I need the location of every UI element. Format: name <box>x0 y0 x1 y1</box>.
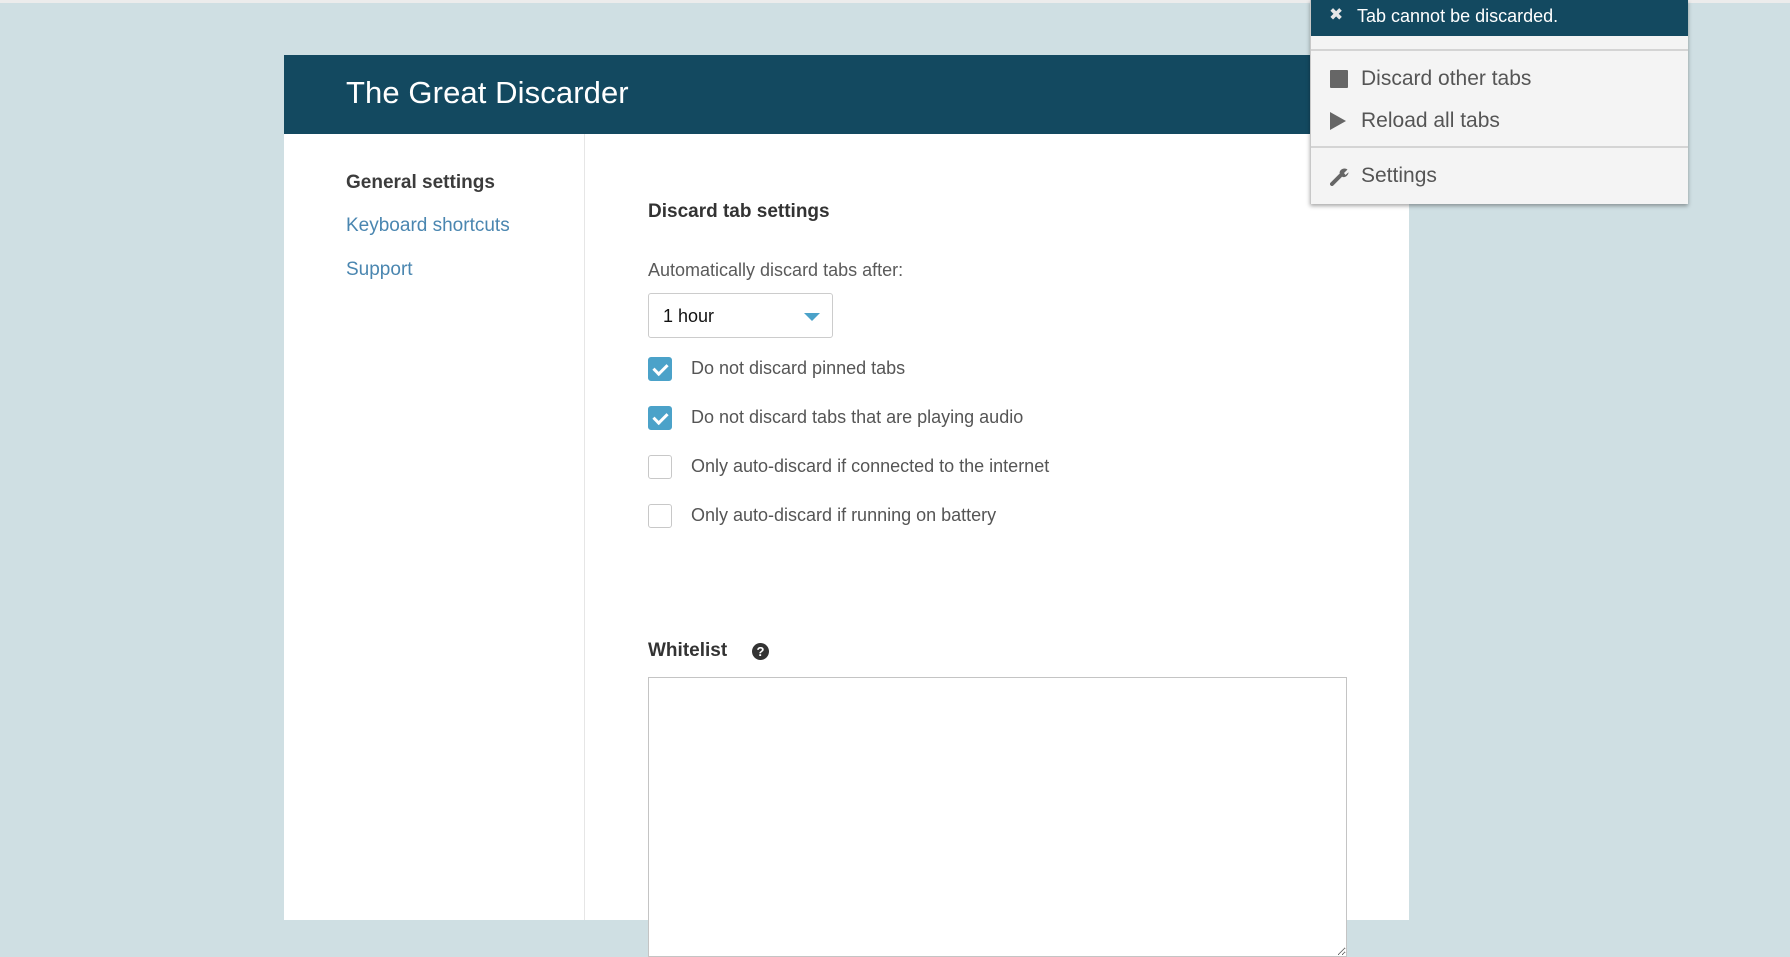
page-header: The Great Discarder <box>284 55 1409 134</box>
general-settings-panel: Discard tab settings Automatically disca… <box>648 134 1368 957</box>
checkbox[interactable] <box>648 406 672 430</box>
menu-label: Reload all tabs <box>1361 109 1500 132</box>
whitelist-title: Whitelist <box>648 640 728 661</box>
menu-item-settings[interactable]: Settings <box>1311 157 1688 195</box>
sidebar-item-keyboard-shortcuts[interactable]: Keyboard shortcuts <box>346 215 510 237</box>
checkmark-icon <box>652 408 669 426</box>
menu-label: Discard other tabs <box>1361 67 1532 90</box>
checkbox-label: Only auto-discard if connected to the in… <box>691 456 1050 476</box>
wrench-icon <box>1330 166 1350 186</box>
close-icon: ✖ <box>1329 5 1344 25</box>
auto-discard-select[interactable]: 1 hour <box>648 293 833 338</box>
section-title: Discard tab settings <box>648 201 830 222</box>
question-circle-icon[interactable]: ? <box>752 643 769 660</box>
auto-discard-selected-value: 1 hour <box>663 306 715 326</box>
extension-popup: ✖ Tab cannot be discarded. Discard other… <box>1310 0 1688 204</box>
menu-item-discard-other-tabs[interactable]: Discard other tabs <box>1311 60 1688 98</box>
checkbox-label: Do not discard pinned tabs <box>691 358 906 378</box>
chevron-down-icon <box>804 313 820 321</box>
sidebar-item-support[interactable]: Support <box>346 259 413 281</box>
checkbox[interactable] <box>648 504 672 528</box>
app-title: The Great Discarder <box>346 75 629 110</box>
notice-text: Tab cannot be discarded. <box>1357 6 1559 26</box>
divider <box>1311 49 1688 51</box>
auto-discard-label: Automatically discard tabs after: <box>648 260 904 280</box>
checkbox[interactable] <box>648 455 672 479</box>
menu-item-reload-all-tabs[interactable]: Reload all tabs <box>1311 102 1688 140</box>
checkbox[interactable] <box>648 357 672 381</box>
play-icon <box>1330 112 1346 130</box>
options-page: The Great Discarder General settings Key… <box>284 55 1409 957</box>
checkbox-label: Do not discard tabs that are playing aud… <box>691 407 1024 427</box>
notice-banner: ✖ Tab cannot be discarded. <box>1311 0 1688 36</box>
divider <box>1311 146 1688 148</box>
sidebar-item-general-settings[interactable]: General settings <box>346 172 495 194</box>
stop-square-icon <box>1330 70 1348 88</box>
checkmark-icon <box>652 359 669 377</box>
checkbox-label: Only auto-discard if running on battery <box>691 505 997 525</box>
sidebar: General settings Keyboard shortcuts Supp… <box>284 134 585 920</box>
whitelist-textarea[interactable] <box>648 677 1347 957</box>
menu-label: Settings <box>1361 164 1437 187</box>
